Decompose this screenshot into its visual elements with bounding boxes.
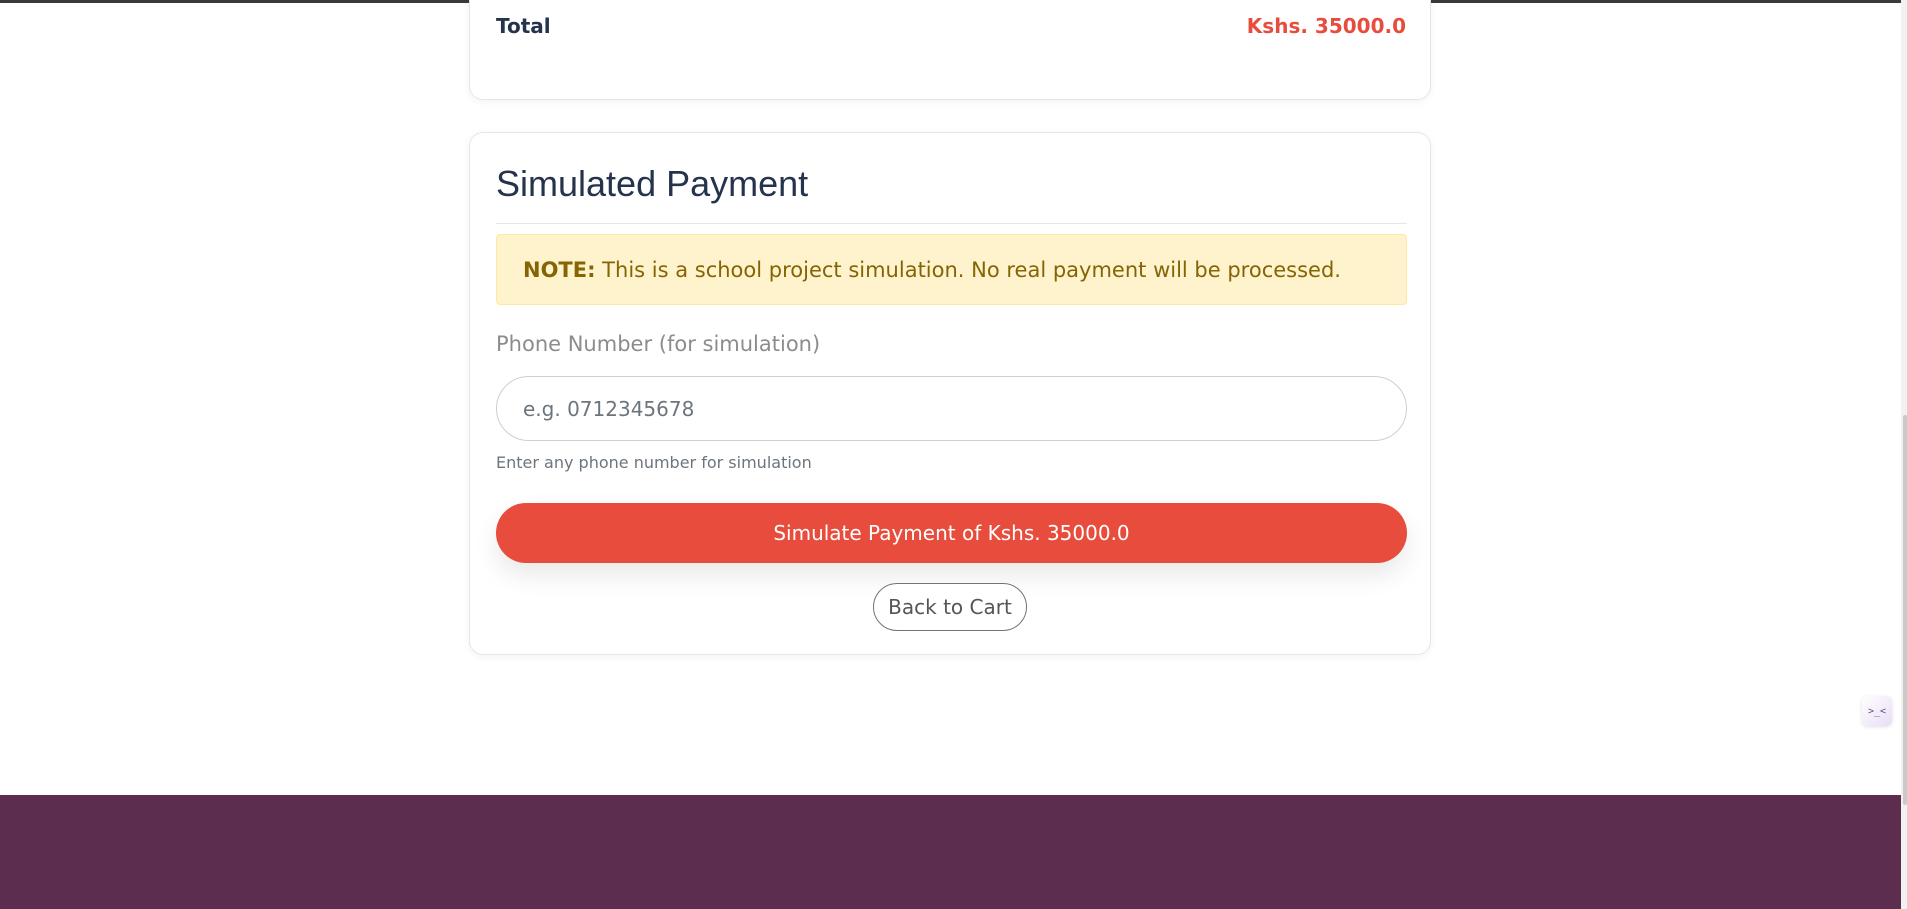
back-to-cart-button[interactable]: Back to Cart bbox=[873, 583, 1027, 631]
total-value: Kshs. 35000.0 bbox=[1246, 14, 1406, 38]
note-strong: NOTE: bbox=[523, 258, 596, 282]
order-summary-card: Total Kshs. 35000.0 bbox=[469, 0, 1431, 100]
note-text: This is a school project simulation. No … bbox=[595, 258, 1341, 282]
total-label: Total bbox=[496, 14, 551, 38]
payment-title: Simulated Payment bbox=[496, 163, 809, 204]
title-divider bbox=[496, 223, 1407, 224]
terminal-face-icon[interactable]: >_< bbox=[1862, 696, 1892, 726]
simulated-payment-card: Simulated Payment NOTE: This is a school… bbox=[469, 132, 1431, 655]
scrollbar-thumb[interactable] bbox=[1903, 415, 1907, 805]
simulation-note-alert: NOTE: This is a school project simulatio… bbox=[496, 234, 1407, 305]
page-scrollbar[interactable] bbox=[1901, 0, 1907, 909]
phone-help-text: Enter any phone number for simulation bbox=[496, 453, 812, 472]
simulate-payment-button[interactable]: Simulate Payment of Kshs. 35000.0 bbox=[496, 503, 1407, 563]
page-footer bbox=[0, 795, 1901, 909]
phone-number-input[interactable] bbox=[496, 376, 1407, 441]
phone-number-label: Phone Number (for simulation) bbox=[496, 332, 821, 356]
